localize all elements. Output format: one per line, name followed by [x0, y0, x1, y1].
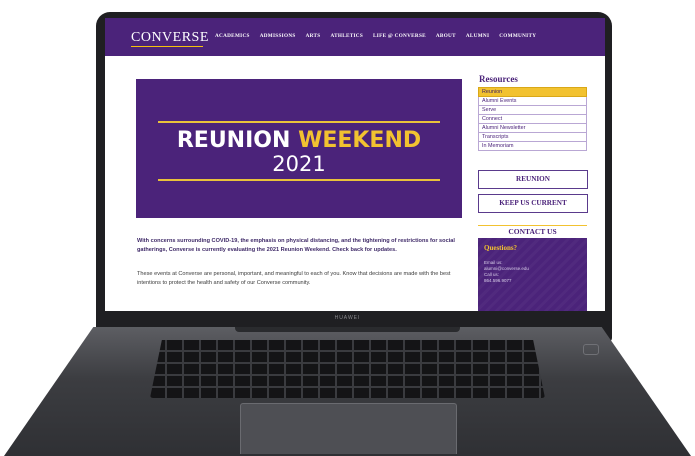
banner-bottom-rule [158, 179, 440, 181]
nav-link-alumni[interactable]: ALUMNI [466, 33, 489, 39]
banner-title-weekend: WEEKEND [298, 128, 422, 153]
contact-box: Questions? Email us: alumni@converse.edu… [478, 238, 587, 311]
resources-list: Reunion Alumni Events Serve Connect Alum… [478, 87, 587, 151]
banner-title-reunion: REUNION [176, 128, 291, 153]
power-button [583, 344, 599, 355]
laptop-screen: CONVERSE ACADEMICS ADMISSIONS ARTS ATHLE… [105, 18, 605, 311]
resource-link-alumni-newsletter[interactable]: Alumni Newsletter [478, 124, 587, 133]
nav-link-academics[interactable]: ACADEMICS [215, 33, 250, 39]
converse-logo[interactable]: CONVERSE [131, 30, 209, 46]
questions-title: Questions? [484, 244, 518, 252]
resource-link-in-memoriam[interactable]: In Memoriam [478, 142, 587, 151]
laptop-keyboard [150, 340, 545, 398]
nav-link-admissions[interactable]: ADMISSIONS [260, 33, 296, 39]
keep-us-current-button[interactable]: KEEP US CURRENT [478, 194, 588, 213]
body-paragraph: These events at Converse are personal, i… [137, 271, 451, 286]
nav-link-about[interactable]: ABOUT [436, 33, 456, 39]
nav-links: ACADEMICS ADMISSIONS ARTS ATHLETICS LIFE… [215, 33, 536, 39]
banner-top-rule [158, 121, 440, 123]
resource-link-connect[interactable]: Connect [478, 115, 587, 124]
covid-notice: With concerns surrounding COVID-19, the … [137, 238, 455, 253]
brand-label: HUAWEI [334, 315, 361, 321]
logo-underline [131, 46, 203, 47]
laptop-touchpad [240, 403, 457, 454]
banner-year: 2021 [272, 152, 326, 176]
phone-link[interactable]: 864.596.9077 [484, 278, 512, 284]
nav-link-community[interactable]: COMMUNITY [499, 33, 536, 39]
reunion-button[interactable]: REUNION [478, 170, 588, 189]
nav-link-arts[interactable]: ARTS [306, 33, 321, 39]
laptop-hinge [235, 327, 460, 332]
resource-link-serve[interactable]: Serve [478, 106, 587, 115]
nav-link-life-at-converse[interactable]: LIFE @ CONVERSE [373, 33, 426, 39]
nav-link-athletics[interactable]: ATHLETICS [330, 33, 363, 39]
resource-link-transcripts[interactable]: Transcripts [478, 133, 587, 142]
resources-heading: Resources [479, 74, 518, 84]
site-navigation: CONVERSE ACADEMICS ADMISSIONS ARTS ATHLE… [105, 18, 605, 56]
resource-link-reunion[interactable]: Reunion [478, 87, 587, 97]
reunion-weekend-banner: REUNION WEEKEND 2021 [136, 79, 462, 218]
resource-link-alumni-events[interactable]: Alumni Events [478, 97, 587, 106]
contact-us-heading: CONTACT US [478, 225, 587, 238]
banner-title: REUNION WEEKEND [136, 130, 462, 152]
